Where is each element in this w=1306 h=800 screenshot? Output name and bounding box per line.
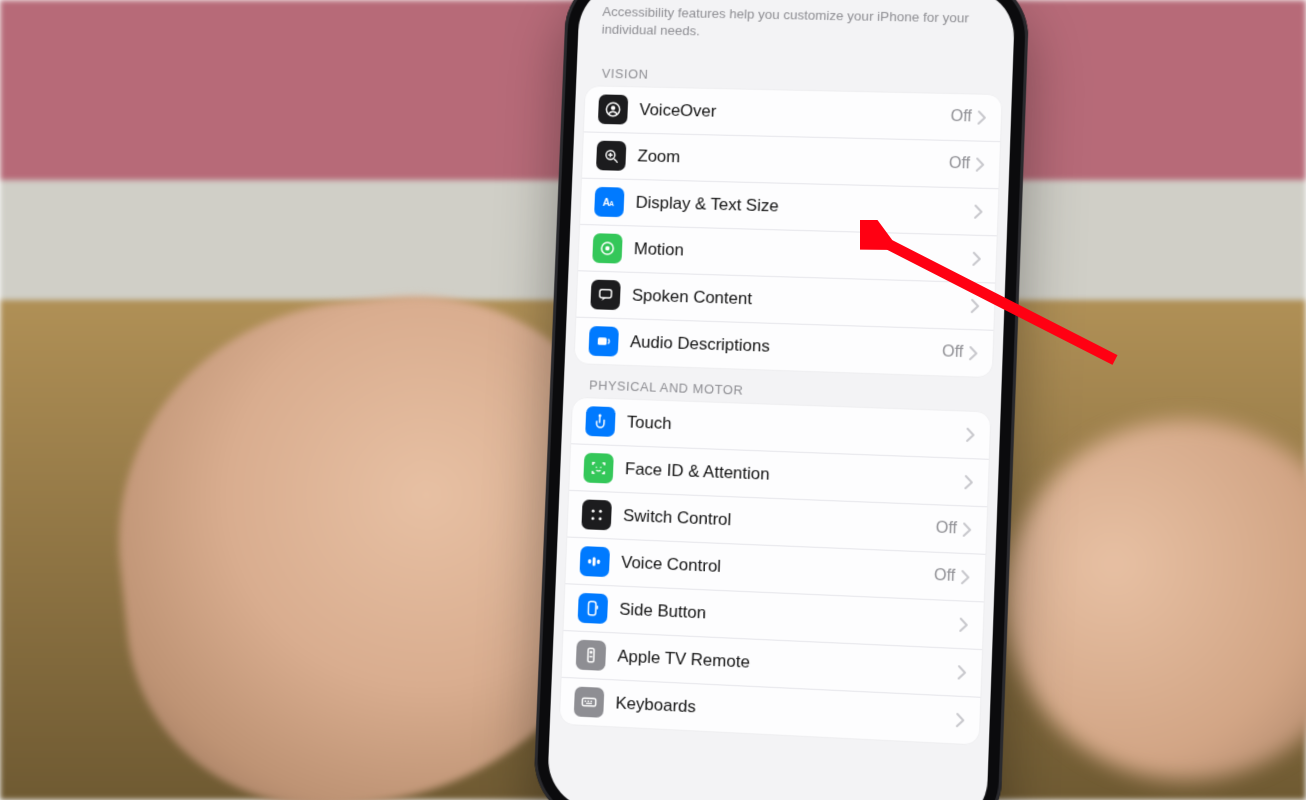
- chevron-right-icon: [974, 205, 984, 219]
- chevron-right-icon: [971, 299, 981, 313]
- iphone-screen: Accessibility features help you customiz…: [546, 0, 1015, 800]
- row-label: Motion: [633, 240, 967, 269]
- row-label: Audio Descriptions: [630, 333, 943, 363]
- row-label: Face ID & Attention: [625, 460, 959, 493]
- chevron-right-icon: [966, 428, 976, 442]
- chevron-right-icon: [976, 158, 986, 172]
- tvremote-icon: [576, 640, 607, 671]
- group-vision: VoiceOverOffZoomOffAADisplay & Text Size…: [574, 87, 1001, 378]
- chevron-right-icon: [959, 618, 969, 633]
- faceid-icon: [583, 453, 614, 484]
- row-status: Off: [942, 344, 964, 363]
- sidebutton-icon: [578, 593, 609, 624]
- row-label: Side Button: [619, 600, 954, 635]
- chevron-right-icon: [972, 252, 982, 266]
- keyboard-icon: [574, 687, 605, 718]
- row-label: Voice Control: [621, 553, 934, 586]
- iphone-frame: Accessibility features help you customiz…: [532, 0, 1030, 800]
- chevron-right-icon: [977, 111, 987, 125]
- chevron-right-icon: [964, 476, 974, 490]
- chevron-right-icon: [969, 347, 979, 361]
- voiceover-icon: [598, 95, 628, 125]
- section-intro: Accessibility features help you customiz…: [577, 0, 1015, 61]
- svg-text:A: A: [609, 202, 614, 209]
- group-physical: TouchFace ID & AttentionSwitch ControlOf…: [560, 398, 991, 745]
- chevron-right-icon: [958, 666, 968, 681]
- settings-accessibility[interactable]: Accessibility features help you customiz…: [546, 0, 1015, 800]
- row-status: Off: [935, 520, 957, 539]
- row-label: Spoken Content: [632, 286, 966, 316]
- chevron-right-icon: [961, 570, 971, 585]
- row-label: Switch Control: [623, 506, 936, 539]
- row-status: Off: [950, 108, 972, 126]
- voicectrl-icon: [579, 546, 610, 577]
- switch-icon: [581, 500, 612, 531]
- row-label: Apple TV Remote: [617, 647, 952, 683]
- row-label: Touch: [626, 413, 960, 445]
- zoom-icon: [596, 141, 626, 171]
- chevron-right-icon: [963, 523, 973, 538]
- row-status: Off: [934, 567, 956, 586]
- audiodesc-icon: [588, 326, 619, 357]
- motion-icon: [592, 234, 622, 264]
- spoken-icon: [590, 280, 621, 311]
- row-label: Display & Text Size: [635, 193, 968, 222]
- touch-icon: [585, 407, 616, 438]
- row-status: Off: [948, 155, 970, 174]
- row-label: VoiceOver: [639, 101, 951, 128]
- row-label: Keyboards: [615, 694, 950, 730]
- chevron-right-icon: [956, 713, 966, 728]
- textsize-icon: AA: [594, 187, 624, 217]
- row-label: Zoom: [637, 147, 949, 174]
